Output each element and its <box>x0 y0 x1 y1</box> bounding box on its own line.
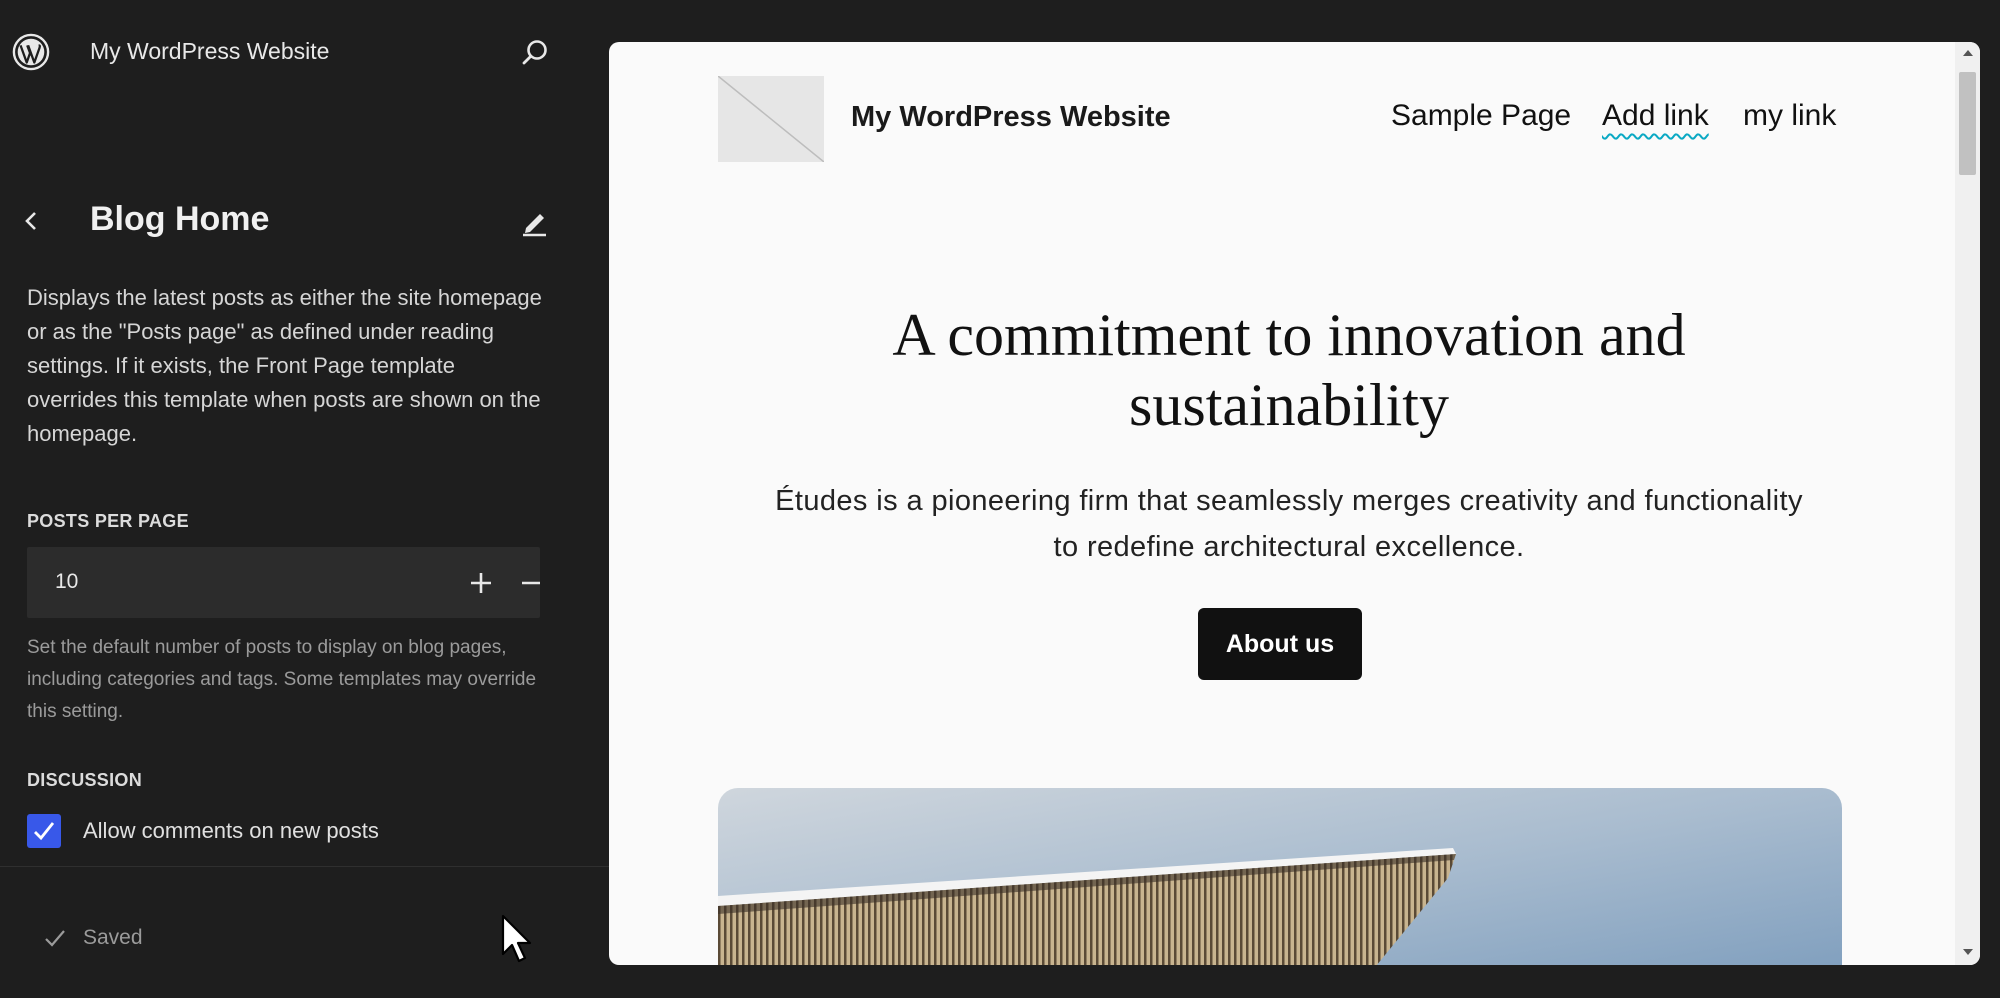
about-us-button[interactable]: About us <box>1198 608 1362 680</box>
posts-per-page-value[interactable]: 10 <box>55 570 78 594</box>
nav-link-sample-page[interactable]: Sample Page <box>1391 99 1571 133</box>
nav-link-add-link[interactable]: Add link <box>1602 99 1709 133</box>
allow-comments-label[interactable]: Allow comments on new posts <box>83 818 379 844</box>
logo-placeholder-diagonal <box>718 76 824 162</box>
building-roof-image <box>718 788 1842 965</box>
mouse-pointer-icon <box>501 914 532 963</box>
scroll-down-arrow-icon[interactable] <box>1962 947 1974 957</box>
pencil-icon[interactable] <box>518 204 552 238</box>
chevron-left-icon[interactable] <box>18 204 44 238</box>
checkmark-icon <box>45 930 65 947</box>
site-preview-frame[interactable]: My WordPress Website Sample Page Add lin… <box>609 42 1980 965</box>
sidebar-header: My WordPress Website <box>0 0 609 104</box>
save-status: Saved <box>83 926 143 949</box>
wordpress-logo-icon[interactable] <box>12 33 50 71</box>
posts-per-page-stepper[interactable]: 10 <box>27 547 540 618</box>
search-icon[interactable] <box>518 36 552 70</box>
template-description: Displays the latest posts as either the … <box>27 285 542 446</box>
preview-site-title[interactable]: My WordPress Website <box>851 101 1171 134</box>
hero-paragraph[interactable]: Études is a pioneering firm that seamles… <box>759 478 1819 570</box>
sidebar-footer-divider <box>0 866 609 867</box>
site-logo-placeholder[interactable] <box>718 76 824 162</box>
scroll-thumb[interactable] <box>1959 72 1976 175</box>
hero-heading[interactable]: A commitment to innovation and sustainab… <box>739 300 1839 440</box>
hero-image[interactable] <box>718 788 1842 965</box>
template-title: Blog Home <box>90 200 270 238</box>
preview-scrollbar[interactable] <box>1955 42 1980 965</box>
site-name[interactable]: My WordPress Website <box>90 38 329 65</box>
plus-icon[interactable] <box>463 565 499 601</box>
editor-sidebar: My WordPress Website Blog Home Displays … <box>0 0 609 998</box>
scroll-up-arrow-icon[interactable] <box>1962 48 1974 58</box>
minus-icon[interactable] <box>513 565 549 601</box>
discussion-label: DISCUSSION <box>27 770 143 790</box>
posts-per-page-label: POSTS PER PAGE <box>27 511 189 531</box>
checkmark-icon <box>34 822 55 841</box>
posts-per-page-help: Set the default number of posts to displ… <box>27 637 537 722</box>
allow-comments-checkbox[interactable] <box>27 814 61 848</box>
nav-link-my-link[interactable]: my link <box>1743 99 1836 133</box>
